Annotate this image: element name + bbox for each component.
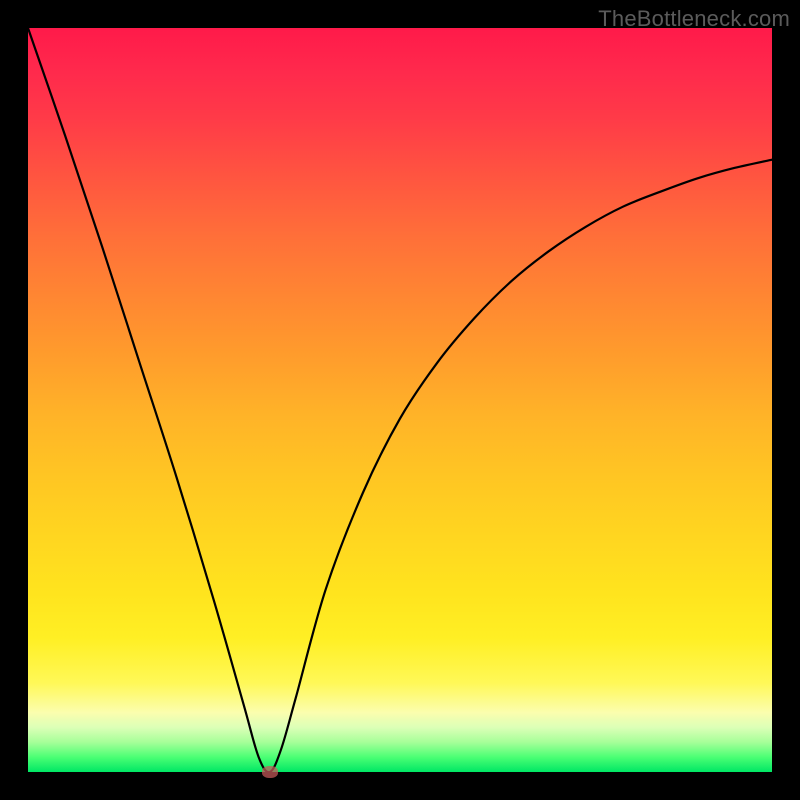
bottleneck-curve (28, 28, 772, 772)
watermark-text: TheBottleneck.com (598, 6, 790, 32)
chart-gradient-area (28, 28, 772, 772)
optimal-point-marker (262, 766, 278, 778)
bottleneck-curve-path (28, 28, 772, 772)
